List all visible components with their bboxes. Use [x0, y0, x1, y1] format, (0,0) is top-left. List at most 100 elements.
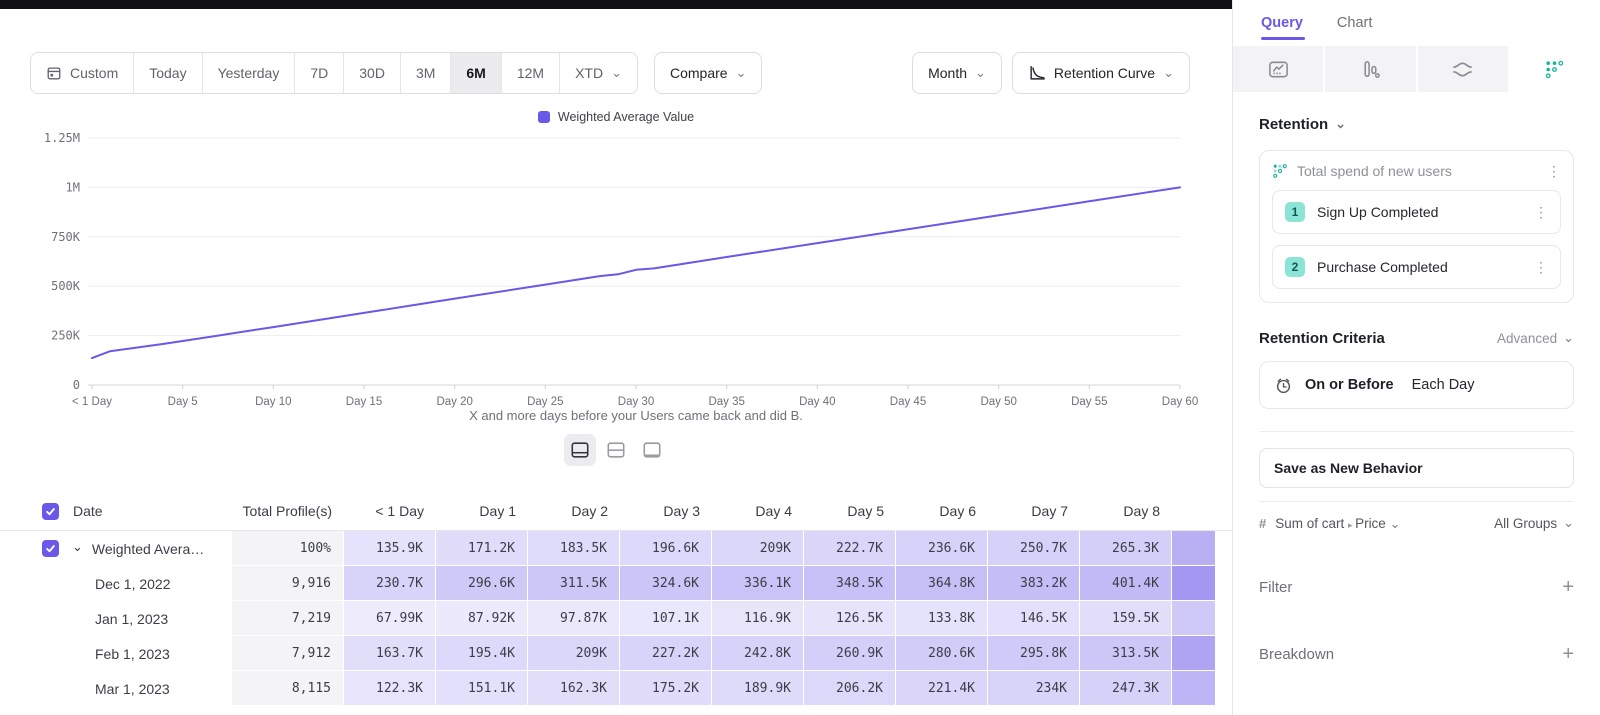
behavior-card-header: Total spend of new users ⋮: [1272, 163, 1561, 179]
behavior-step-1[interactable]: 1 Sign Up Completed ⋮: [1272, 190, 1561, 234]
total-profiles-cell: 7,912: [232, 636, 344, 671]
retention-value-cell: 296.6K: [436, 566, 528, 601]
tab-flows[interactable]: [1418, 46, 1508, 92]
tab-chart[interactable]: Chart: [1337, 15, 1372, 40]
metric-event-label: Sum of cart: [1275, 516, 1344, 531]
range-label: 6M: [466, 65, 485, 81]
header-cell: Total Profile(s): [232, 492, 344, 530]
range-today[interactable]: Today: [133, 53, 201, 93]
retention-value-cell: 206.2K: [804, 671, 896, 706]
toolbar: Custom Today Yesterday7D30D3M 6M 12MXTD⌄ Com…: [30, 52, 1190, 94]
tab-retention[interactable]: [1510, 46, 1600, 92]
calendar-icon: [46, 65, 62, 81]
header-cell: Day 8: [1080, 492, 1172, 530]
chevron-down-icon: ⌄: [611, 66, 622, 79]
retention-value-cell: 97.87K: [528, 601, 620, 636]
retention-value-cell: 133.8K: [896, 601, 988, 636]
query-sidebar: Query Chart: [1232, 0, 1600, 715]
sidebar-content: Retention ⌄ Total spend of new users ⋮: [1233, 116, 1600, 664]
svg-text:250K: 250K: [51, 329, 81, 343]
row-label-cell: Dec 1, 2022: [28, 566, 232, 601]
kebab-menu-icon[interactable]: ⋮: [1534, 205, 1548, 219]
metric-property-label: Price: [1355, 516, 1386, 531]
range-custom[interactable]: Custom: [31, 53, 133, 93]
table-only-view-button[interactable]: [636, 434, 668, 466]
range-3m[interactable]: 3M: [400, 53, 450, 93]
retention-value-cell: 222.7K: [804, 531, 896, 566]
svg-text:Day 45: Day 45: [890, 396, 926, 408]
divider: [1259, 431, 1574, 432]
step-label: Purchase Completed: [1317, 259, 1448, 275]
breakdown-label: Breakdown: [1259, 646, 1334, 663]
insights-chart-icon: [1267, 58, 1290, 81]
legend-label: Weighted Average Value: [558, 110, 694, 124]
top-black-bar: [0, 0, 1232, 9]
retention-value-cell: 383.2K: [988, 566, 1080, 601]
total-profiles-cell: 8,115: [232, 671, 344, 706]
range-6m[interactable]: 6M: [450, 53, 500, 93]
retention-value-cell: 163.7K: [344, 636, 436, 671]
chevron-down-icon: ⌄: [975, 66, 986, 79]
criteria-condition[interactable]: On or Before Each Day: [1259, 361, 1574, 409]
row-date-label: Mar 1, 2023: [28, 681, 170, 697]
range-30d[interactable]: 30D: [343, 53, 400, 93]
svg-text:Day 60: Day 60: [1162, 396, 1198, 408]
tab-funnels[interactable]: [1325, 46, 1415, 92]
retention-value-cell: 234K: [988, 671, 1080, 706]
criteria-mode-dropdown[interactable]: Advanced ⌄: [1497, 331, 1574, 346]
retention-value-cell: 183.5K: [528, 531, 620, 566]
retention-value-cell: 250.7K: [988, 531, 1080, 566]
retention-table: DateTotal Profile(s)< 1 DayDay 1Day 2Day…: [0, 492, 1232, 706]
table-row: Mar 1, 20238,115122.3K151.1K162.3K175.2K…: [0, 671, 1232, 706]
chart-type-label: Retention Curve: [1054, 65, 1155, 81]
retention-curve-chart: 0250K500K750K1M1.25M< 1 DayDay 5Day 10Da…: [0, 126, 1232, 418]
row-checkbox[interactable]: [42, 540, 59, 557]
chevron-down-icon: ⌄: [1563, 331, 1574, 344]
add-filter-button[interactable]: +: [1562, 577, 1574, 597]
row-label: Weighted Average ...: [92, 541, 210, 557]
behavior-step-2[interactable]: 2 Purchase Completed ⋮: [1272, 245, 1561, 289]
row-date-label: Jan 1, 2023: [28, 611, 168, 627]
retention-value-cell: 189.9K: [712, 671, 804, 706]
chart-legend[interactable]: Weighted Average Value: [0, 110, 1232, 124]
chart-only-view-button[interactable]: [600, 434, 632, 466]
compare-label: Compare: [670, 65, 728, 81]
retention-value-cell: 195.4K: [436, 636, 528, 671]
tab-insights[interactable]: [1233, 46, 1323, 92]
flows-chart-icon: [1451, 58, 1474, 81]
retention-value-cell: 159.5K: [1080, 601, 1172, 636]
kebab-menu-icon[interactable]: ⋮: [1547, 164, 1561, 178]
step-number-badge: 2: [1285, 257, 1305, 277]
all-groups-dropdown[interactable]: All Groups ⌄: [1494, 516, 1574, 531]
step-label: Sign Up Completed: [1317, 204, 1438, 220]
range-xtd[interactable]: XTD⌄: [559, 53, 637, 93]
chart-type-button[interactable]: Retention Curve ⌄: [1012, 52, 1190, 94]
retention-value-cell: 116.9K: [712, 601, 804, 636]
tab-query[interactable]: Query: [1261, 15, 1303, 40]
row-label-cell: Mar 1, 2023: [28, 671, 232, 706]
header-cell: Day 7: [988, 492, 1080, 530]
chart-type-tabs: [1233, 46, 1600, 92]
retention-value-cell: 324.6K: [620, 566, 712, 601]
retention-value-cell: 364.8K: [896, 566, 988, 601]
expand-chevron-icon[interactable]: ⌄: [72, 539, 83, 555]
header-cell: Day 1: [436, 492, 528, 530]
compare-button[interactable]: Compare ⌄: [654, 52, 763, 94]
retention-curve-icon: [1028, 64, 1046, 82]
retention-section-header[interactable]: Retention ⌄: [1259, 116, 1574, 133]
save-as-new-behavior-button[interactable]: Save as New Behavior: [1259, 448, 1574, 488]
sidebar-tabs: Query Chart: [1233, 0, 1600, 40]
range-12m[interactable]: 12M: [501, 53, 559, 93]
retention-value-cell: 87.92K: [436, 601, 528, 636]
table-row: Feb 1, 20237,912163.7K195.4K209K227.2K24…: [0, 636, 1232, 671]
range-label: Today: [149, 65, 186, 81]
granularity-button[interactable]: Month ⌄: [912, 52, 1002, 94]
split-view-button[interactable]: [564, 434, 596, 466]
range-7d[interactable]: 7D: [294, 53, 343, 93]
range-yesterday[interactable]: Yesterday: [202, 53, 295, 93]
metric-event-dropdown[interactable]: Sum of cart ▸ Price ⌄: [1275, 516, 1400, 531]
select-all-checkbox[interactable]: [42, 503, 59, 520]
add-breakdown-button[interactable]: +: [1562, 644, 1574, 664]
kebab-menu-icon[interactable]: ⋮: [1534, 260, 1548, 274]
retention-value-cell: 126.5K: [804, 601, 896, 636]
